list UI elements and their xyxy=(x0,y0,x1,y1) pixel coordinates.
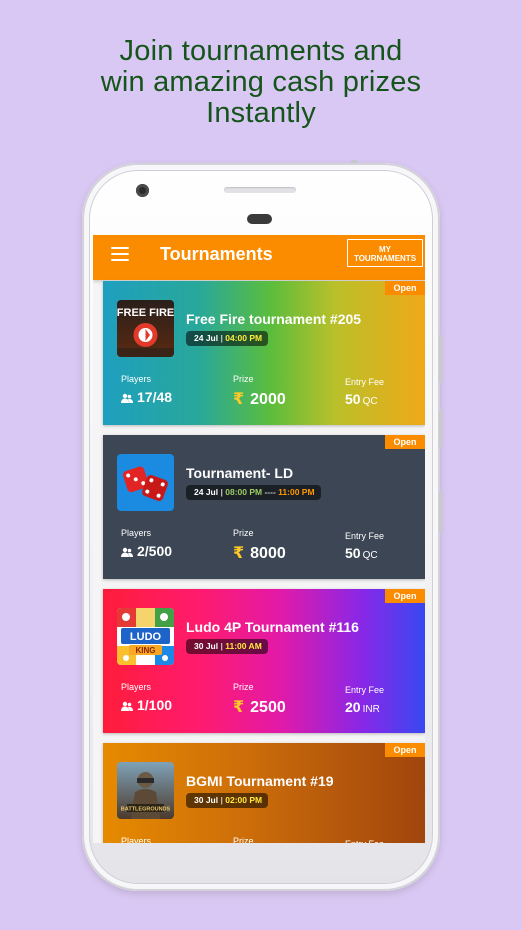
prize-label: Prize xyxy=(233,682,254,692)
svg-text:BATTLEGROUNDS: BATTLEGROUNDS xyxy=(121,807,171,813)
tournament-schedule: 24 Jul | 08:00 PM ---- 11:00 PM xyxy=(186,485,321,500)
tournament-schedule: 30 Jul | 11:00 AM xyxy=(186,639,268,654)
tournament-time: 11:00 AM xyxy=(225,641,262,651)
tournament-date: 24 Jul xyxy=(194,333,219,343)
tournament-card[interactable]: Open LUDO KING Ludo 4P Tournament #116 3… xyxy=(103,589,425,733)
tournament-title: BGMI Tournament #19 xyxy=(186,773,334,789)
tournament-time: 04:00 PM xyxy=(225,333,263,343)
prize-amount: ₹2000 xyxy=(233,389,286,409)
my-tournaments-button[interactable]: MY TOURNAMENTS xyxy=(347,239,423,267)
entry-fee-label: Entry Fee xyxy=(345,377,385,387)
players-count: 1/100 xyxy=(121,697,172,713)
app-bar: Tournaments MY TOURNAMENTS xyxy=(93,235,425,280)
phone-sensor xyxy=(247,214,272,224)
menu-icon[interactable] xyxy=(111,247,129,261)
prize-amount: ₹2500 xyxy=(233,697,286,717)
entry-fee: 50 QC xyxy=(345,545,378,561)
tournament-title: Ludo 4P Tournament #116 xyxy=(186,619,359,635)
entry-fee-value: 20 xyxy=(345,699,361,715)
players-label: Players xyxy=(121,374,152,384)
status-badge: Open xyxy=(385,743,425,757)
status-badge: Open xyxy=(385,281,425,295)
entry-fee-label: Entry Fee xyxy=(345,685,385,695)
tournament-card[interactable]: Open Tournament- LD 24 Jul | 08:00 PM --… xyxy=(103,435,425,579)
rupee-icon: ₹ xyxy=(233,391,245,408)
prize-label: Prize xyxy=(233,374,254,384)
rupee-icon: ₹ xyxy=(233,545,245,562)
rupee-icon: ₹ xyxy=(233,699,245,716)
free-fire-game-icon: FREE FIRE xyxy=(117,300,174,357)
tournament-card[interactable]: Open FREE FIRE Free Fire tournament #205… xyxy=(103,281,425,425)
bgmi-game-icon: BATTLEGROUNDS xyxy=(117,762,174,819)
entry-fee-value: 50 xyxy=(345,545,361,561)
headline-line-1: Join tournaments and xyxy=(119,35,403,67)
tournament-time: 08:00 PM xyxy=(225,487,263,497)
tournament-schedule: 24 Jul | 04:00 PM xyxy=(186,331,269,346)
players-icon xyxy=(121,547,133,557)
phone-side-button xyxy=(439,492,443,532)
prize-label: Prize xyxy=(233,528,254,538)
entry-fee: 50 QC xyxy=(345,391,378,407)
svg-text:KING: KING xyxy=(136,646,156,655)
players-label: Players xyxy=(121,836,152,843)
prize-value: 2500 xyxy=(250,699,286,716)
status-badge: Open xyxy=(385,435,425,449)
phone-speaker xyxy=(224,187,296,193)
tournament-title: Tournament- LD xyxy=(186,465,294,481)
headline-line-2: win amazing cash prizes xyxy=(100,66,422,98)
players-count: 2/500 xyxy=(121,543,172,559)
entry-fee-label: Entry Fee xyxy=(345,531,385,541)
entry-fee-value: 50 xyxy=(345,391,361,407)
tournament-card[interactable]: Open BATTLEGROUNDS BGMI Tournament #19 3… xyxy=(103,743,425,843)
phone-camera xyxy=(136,184,149,197)
time-separator: ---- xyxy=(264,487,276,497)
svg-text:FREE FIRE: FREE FIRE xyxy=(117,307,174,319)
prize-value: 2000 xyxy=(250,391,286,408)
tournament-end-time: 11:00 PM xyxy=(278,487,315,497)
my-tournaments-label-1: MY xyxy=(379,245,391,254)
players-label: Players xyxy=(121,528,152,538)
players-count: 17/48 xyxy=(121,389,172,405)
players-value: 2/500 xyxy=(137,543,173,559)
prize-label: Prize xyxy=(233,836,254,843)
svg-text:LUDO: LUDO xyxy=(130,631,162,643)
dice-game-icon xyxy=(117,454,174,511)
entry-fee-unit: INR xyxy=(362,704,380,715)
my-tournaments-label-2: TOURNAMENTS xyxy=(353,254,417,263)
players-icon xyxy=(121,701,133,711)
ludo-king-game-icon: LUDO KING xyxy=(117,608,174,665)
phone-screen: Tournaments MY TOURNAMENTS Open FREE FIR… xyxy=(93,235,425,843)
prize-value: 8000 xyxy=(250,545,286,562)
entry-fee-unit: QC xyxy=(362,396,378,407)
tournament-time: 02:00 PM xyxy=(225,795,263,805)
status-badge: Open xyxy=(385,589,425,603)
tournament-date: 30 Jul xyxy=(194,795,219,805)
tournament-schedule: 30 Jul | 02:00 PM xyxy=(186,793,269,808)
entry-fee-unit: QC xyxy=(362,550,378,561)
headline-line-3: Instantly xyxy=(206,97,316,129)
phone-power-button xyxy=(439,410,443,448)
page-title: Tournaments xyxy=(160,244,273,264)
tournament-date: 24 Jul xyxy=(194,487,219,497)
tournament-title: Free Fire tournament #205 xyxy=(186,311,362,327)
phone-volume-button xyxy=(439,335,443,383)
promo-headline: Join tournaments and win amazing cash pr… xyxy=(0,36,522,129)
entry-fee-label: Entry Fee xyxy=(345,839,384,843)
tournament-date: 30 Jul xyxy=(194,641,219,651)
entry-fee: 20 INR xyxy=(345,699,380,715)
players-icon xyxy=(121,393,133,403)
players-value: 17/48 xyxy=(137,389,173,405)
players-label: Players xyxy=(121,682,152,692)
players-value: 1/100 xyxy=(137,697,173,713)
prize-amount: ₹8000 xyxy=(233,543,286,563)
